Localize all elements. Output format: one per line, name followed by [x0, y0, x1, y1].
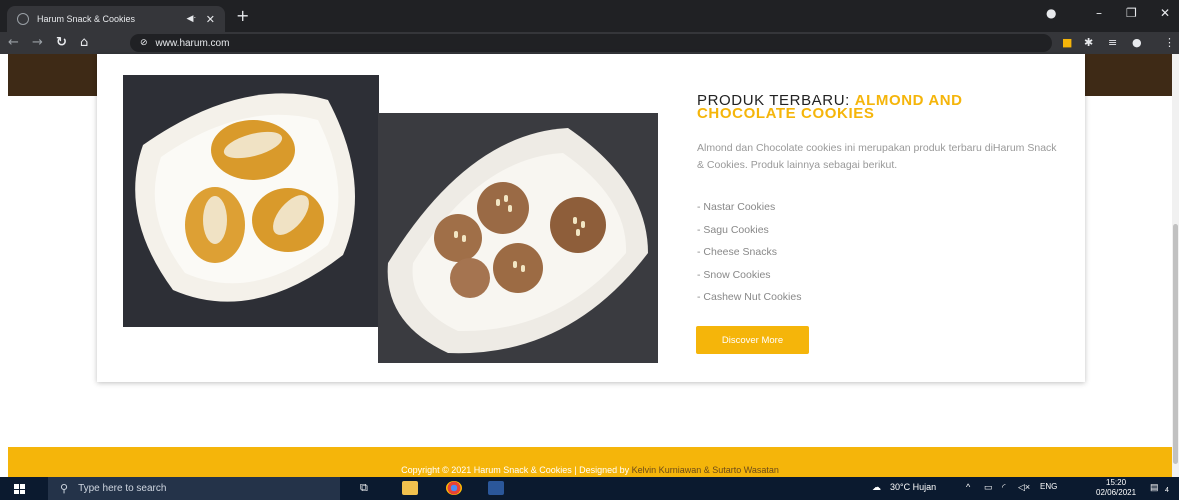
page-footer: Copyright © 2021 Harum Snack & Cookies |…	[8, 447, 1172, 477]
page-scrollbar[interactable]	[1172, 54, 1179, 477]
scrollbar-thumb[interactable]	[1173, 224, 1178, 464]
clock[interactable]: 15:20 02/06/2021	[1096, 478, 1136, 498]
wifi-icon[interactable]: ◜	[1002, 482, 1006, 493]
webpage: PRODUK TERBARU: ALMOND AND CHOCOLATE COO…	[0, 54, 1179, 477]
weather-icon[interactable]: ☁	[872, 482, 881, 493]
url-text: www.harum.com	[155, 37, 230, 49]
authors-link[interactable]: Kelvin Kurniawan & Sutarto Wasatan	[632, 465, 779, 475]
reading-list-icon[interactable]: ≡	[1108, 36, 1117, 49]
search-icon: ⚲	[60, 482, 69, 495]
forward-icon[interactable]: →	[32, 35, 43, 50]
product-description: Almond dan Chocolate cookies ini merupak…	[697, 142, 1057, 171]
chevron-up-icon[interactable]: ^	[966, 482, 970, 492]
url-input[interactable]: ⊘ www.harum.com	[130, 34, 1052, 52]
browser-tab[interactable]: Harum Snack & Cookies ◀ᐧ ✕	[7, 6, 225, 32]
browser-tab-bar: Harum Snack & Cookies ◀ᐧ ✕ + ● – ❐ ✕	[0, 0, 1179, 32]
close-tab-icon[interactable]: ✕	[206, 13, 215, 26]
copyright-label: Copyright © 2021 Harum Snack & Cookies |…	[401, 465, 632, 475]
product-heading: PRODUK TERBARU: ALMOND AND CHOCOLATE COO…	[697, 93, 1037, 121]
speaker-icon[interactable]: ◀ᐧ	[187, 14, 196, 24]
clock-date: 02/06/2021	[1096, 488, 1137, 497]
taskbar: ⚲ Type here to search ⧉ ☁ 30°C Hujan ^ ▭…	[0, 477, 1179, 500]
battery-icon[interactable]: ▭	[984, 482, 993, 493]
file-explorer-icon[interactable]	[402, 481, 418, 495]
avatar[interactable]: ●	[1132, 36, 1142, 49]
list-item: - Cheese Snacks	[697, 246, 777, 258]
tab-title: Harum Snack & Cookies	[37, 14, 136, 24]
address-bar: ← → ↻ ⌂ ⊘ www.harum.com ■ ✱ ≡ ● ⋮	[0, 32, 1179, 54]
list-item: - Nastar Cookies	[697, 201, 776, 213]
word-icon[interactable]	[488, 481, 504, 495]
taskbar-search-input[interactable]: ⚲ Type here to search	[48, 477, 340, 500]
clock-time: 15:20	[1106, 478, 1127, 487]
windows-start-icon[interactable]	[14, 484, 25, 494]
site-info-icon[interactable]: ⊘	[140, 38, 148, 48]
copyright-text: Copyright © 2021 Harum Snack & Cookies |…	[8, 465, 1172, 475]
globe-icon	[17, 13, 29, 25]
close-window-icon[interactable]: ✕	[1160, 6, 1170, 20]
task-view-icon[interactable]: ⧉	[360, 481, 376, 495]
search-placeholder: Type here to search	[78, 483, 167, 494]
notification-icon[interactable]: ▤	[1150, 482, 1159, 493]
language-indicator[interactable]: ENG	[1040, 482, 1057, 491]
product-card: PRODUK TERBARU: ALMOND AND CHOCOLATE COO…	[97, 54, 1085, 382]
profile-icon[interactable]: ●	[1046, 6, 1056, 20]
discover-more-button[interactable]: Discover More	[696, 326, 809, 354]
product-list: - Nastar Cookies - Sagu Cookies - Cheese…	[697, 200, 801, 313]
minimize-icon[interactable]: –	[1096, 6, 1102, 20]
home-icon[interactable]: ⌂	[80, 35, 88, 50]
puzzle-icon[interactable]: ✱	[1084, 36, 1093, 49]
new-tab-icon[interactable]: +	[236, 6, 249, 25]
menu-icon[interactable]: ⋮	[1164, 36, 1175, 49]
volume-icon[interactable]: ◁×	[1018, 482, 1030, 493]
restore-icon[interactable]: ❐	[1126, 6, 1137, 20]
notification-count: 4	[1165, 487, 1169, 494]
back-icon[interactable]: ←	[8, 35, 19, 50]
list-item: - Sagu Cookies	[697, 223, 769, 236]
chocolate-cookies-image	[378, 113, 658, 363]
extension-icon[interactable]: ■	[1062, 36, 1072, 49]
list-item: - Cashew Nut Cookies	[697, 291, 802, 303]
weather-text[interactable]: 30°C Hujan	[890, 482, 936, 492]
reload-icon[interactable]: ↻	[56, 35, 67, 50]
list-item: - Snow Cookies	[697, 268, 771, 281]
chrome-icon[interactable]	[446, 481, 462, 495]
almond-cookies-image	[123, 75, 379, 327]
